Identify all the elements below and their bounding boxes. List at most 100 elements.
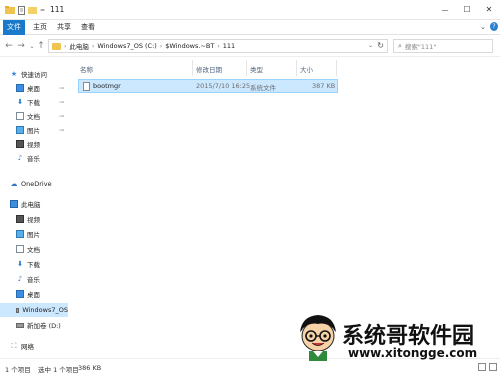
pin-icon[interactable]: ⊸ (59, 127, 64, 134)
column-divider[interactable] (296, 60, 297, 76)
maximize-button[interactable]: ☐ (460, 3, 474, 16)
tab-home[interactable]: 主页 (30, 20, 50, 35)
nav-windows7-os[interactable]: Windows7_OS (0, 303, 68, 317)
ribbon-tabs: 文件 主页 共享 查看 ⌄ ? (0, 20, 500, 35)
music-icon: ♪ (17, 275, 23, 283)
search-placeholder[interactable]: 搜索"111" (405, 41, 436, 51)
nav-drive-d[interactable]: 新加卷 (D:) (0, 318, 68, 332)
address-bar[interactable]: › 此电脑 › Windows7_OS (C:) › $Windows.~BT … (48, 39, 388, 53)
nav-label: 下载 (27, 99, 40, 107)
column-header-size[interactable]: 大小 (300, 63, 313, 75)
nav-onedrive[interactable]: ☁ OneDrive (0, 177, 68, 191)
breadcrumb-111[interactable]: 111 (223, 42, 235, 50)
watermark-url: www.xitongge.com (348, 346, 478, 360)
back-button[interactable]: ← (4, 40, 14, 52)
nav-music[interactable]: ♪ 音乐 (0, 151, 68, 165)
forward-button[interactable]: → (16, 40, 26, 52)
network-icon: ⛶ (11, 341, 17, 350)
customize-toolbar-button[interactable]: = (39, 4, 46, 16)
file-type: 系统文件 (250, 84, 276, 92)
nav-pc-desktop[interactable]: 桌面 (0, 287, 68, 301)
nav-label: 文档 (27, 113, 40, 121)
video-icon (16, 215, 24, 223)
pc-icon (10, 200, 18, 208)
column-divider[interactable] (192, 60, 193, 76)
nav-pc-pictures[interactable]: 图片 (0, 227, 68, 241)
search-icon: ⌕ (398, 41, 402, 50)
nav-network[interactable]: ⛶ 网络 (0, 339, 68, 353)
nav-pc-music[interactable]: ♪ 音乐 (0, 272, 68, 286)
table-row[interactable]: bootmgr 2015/7/10 16:25 系统文件 387 KB (78, 79, 338, 93)
arrow-up-icon: ↑ (37, 41, 45, 51)
search-box[interactable]: ⌕ 搜索"111" (393, 39, 493, 53)
new-folder-icon[interactable] (28, 4, 37, 16)
desktop-icon (16, 84, 24, 92)
nav-pc-videos[interactable]: 视频 (0, 212, 68, 226)
music-icon: ♪ (17, 154, 23, 162)
selected-count: 选中 1 个项目 (38, 366, 79, 374)
column-divider[interactable] (246, 60, 247, 76)
column-header-modified[interactable]: 修改日期 (196, 63, 222, 75)
nav-label: 此电脑 (21, 201, 41, 209)
window-title: 111 (50, 5, 65, 14)
nav-label: 桌面 (27, 85, 40, 93)
breadcrumb-this-pc[interactable]: 此电脑 (69, 41, 89, 51)
nav-label: 网络 (21, 343, 34, 351)
nav-label: 视频 (27, 141, 40, 149)
nav-quick-access[interactable]: ★ 快速访问 (0, 67, 68, 81)
nav-label: Windows7_OS (22, 306, 68, 314)
tab-view[interactable]: 查看 (78, 20, 98, 35)
chevron-down-icon[interactable]: ⌄ (368, 42, 373, 49)
document-icon (16, 112, 24, 120)
nav-documents[interactable]: 文档 ⊸ (0, 109, 68, 123)
close-button[interactable]: ✕ (482, 3, 496, 16)
chevron-down-icon: ⌄ (29, 42, 35, 50)
help-icon[interactable]: ? (490, 22, 498, 31)
column-header-type[interactable]: 类型 (250, 63, 263, 75)
expand-ribbon-icon[interactable]: ⌄ (480, 23, 486, 31)
document-icon (16, 245, 24, 253)
nav-desktop[interactable]: 桌面 ⊸ (0, 81, 68, 95)
chevron-down-icon: = (39, 6, 46, 14)
nav-label: 图片 (27, 127, 40, 135)
nav-pc-downloads[interactable]: ⬇ 下载 (0, 257, 68, 271)
nav-pc-documents[interactable]: 文档 (0, 242, 68, 256)
watermark: 系统哥软件园 www.xitongge.com (292, 312, 500, 372)
tab-file[interactable]: 文件 (3, 20, 25, 35)
nav-label: 新加卷 (D:) (27, 322, 61, 330)
drive-icon (16, 307, 20, 313)
up-button[interactable]: ↑ (36, 40, 46, 52)
properties-icon[interactable] (17, 4, 26, 16)
minimize-icon: — (441, 5, 449, 14)
selected-size: 386 KB (78, 364, 102, 372)
nav-pictures[interactable]: 图片 ⊸ (0, 123, 68, 137)
column-header-name[interactable]: 名称 (80, 63, 93, 75)
pin-icon[interactable]: ⊸ (59, 99, 64, 106)
breadcrumb-drive-c[interactable]: Windows7_OS (C:) (97, 42, 157, 50)
breadcrumb-windows-bt[interactable]: $Windows.~BT (165, 42, 214, 50)
nav-videos[interactable]: 视频 (0, 137, 68, 151)
nav-label: 视频 (27, 216, 40, 224)
nav-downloads[interactable]: ⬇ 下载 ⊸ (0, 95, 68, 109)
video-icon (16, 140, 24, 148)
download-icon: ⬇ (17, 260, 23, 268)
drive-icon (16, 322, 24, 328)
maximize-icon: ☐ (463, 5, 471, 14)
picture-icon (16, 126, 24, 134)
nav-label: 下载 (27, 261, 40, 269)
nav-label: 快速访问 (21, 71, 47, 79)
close-icon: ✕ (485, 5, 493, 14)
minimize-button[interactable]: — (438, 3, 452, 16)
nav-this-pc[interactable]: 此电脑 (0, 197, 68, 211)
download-icon: ⬇ (17, 98, 23, 106)
column-divider[interactable] (336, 60, 337, 76)
refresh-icon[interactable]: ↻ (377, 41, 384, 50)
pin-icon[interactable]: ⊸ (59, 85, 64, 92)
tab-share[interactable]: 共享 (54, 20, 74, 35)
breadcrumb-separator[interactable]: › (160, 43, 162, 50)
nav-label: 图片 (27, 231, 40, 239)
breadcrumb-separator[interactable]: › (217, 43, 219, 50)
file-modified: 2015/7/10 16:25 (196, 82, 251, 90)
pin-icon[interactable]: ⊸ (59, 113, 64, 120)
breadcrumb-separator[interactable]: › (92, 43, 94, 50)
